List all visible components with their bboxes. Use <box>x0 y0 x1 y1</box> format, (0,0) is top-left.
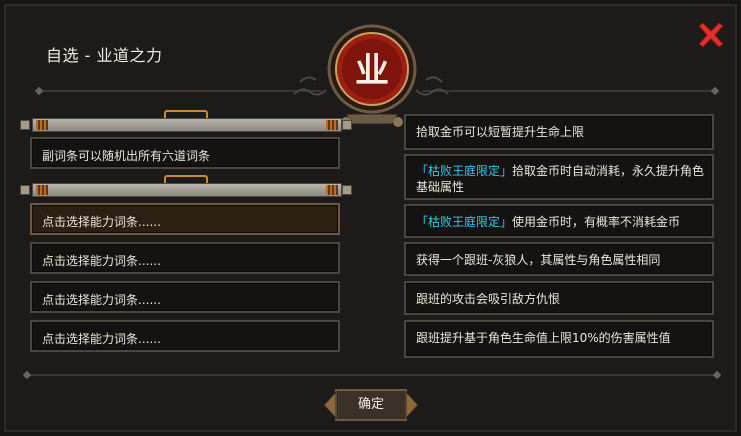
ability-tag: 「枯败王庭限定」 <box>416 164 513 178</box>
ability-text: 拾取金币可以短暂提升生命上限 <box>416 125 585 139</box>
confirm-button[interactable]: 确定 <box>322 386 420 424</box>
ability-slot-2[interactable]: 点击选择能力词条...... <box>30 242 340 274</box>
ability-text: 跟班的攻击会吸引敌方仇恨 <box>416 292 561 306</box>
info-box: 副词条可以随机出所有六道词条 <box>30 137 340 169</box>
slot-label: 点击选择能力词条...... <box>42 215 161 229</box>
slot-label: 点击选择能力词条...... <box>42 254 161 268</box>
ability-slot-4[interactable]: 点击选择能力词条...... <box>30 320 340 352</box>
ability-option-5[interactable]: 跟班的攻击会吸引敌方仇恨 <box>404 281 714 315</box>
ability-option-6[interactable]: 跟班提升基于角色生命值上限10%的伤害属性值 <box>404 320 714 358</box>
slot-label: 点击选择能力词条...... <box>42 293 161 307</box>
emblem-glyph: 业 <box>355 51 389 91</box>
bar-handle <box>164 110 208 118</box>
ability-slot-3[interactable]: 点击选择能力词条...... <box>30 281 340 313</box>
ability-text: 跟班提升基于角色生命值上限10%的伤害属性值 <box>416 331 671 345</box>
confirm-label: 确定 <box>357 397 384 412</box>
close-icon[interactable] <box>697 22 725 48</box>
title-rule-right <box>422 90 714 92</box>
title-rule-left <box>40 90 322 92</box>
ability-option-4[interactable]: 获得一个跟班-灰狼人，其属性与角色属性相同 <box>404 242 714 276</box>
karma-emblem-icon: 业 <box>327 24 417 114</box>
scroll-bar-top <box>32 118 342 132</box>
scroll-bar-middle <box>32 183 342 197</box>
ability-text: 获得一个跟班-灰狼人，其属性与角色属性相同 <box>416 253 661 267</box>
ability-option-3[interactable]: 「枯败王庭限定」使用金币时，有概率不消耗金币 <box>404 204 714 238</box>
ability-tag: 「枯败王庭限定」 <box>416 215 513 229</box>
bar-cap <box>20 120 30 130</box>
ability-slot-1[interactable]: 点击选择能力词条...... <box>30 203 340 235</box>
ability-option-2[interactable]: 「枯败王庭限定」拾取金币时自动消耗，永久提升角色基础属性 <box>404 154 714 200</box>
bar-cap <box>342 185 352 195</box>
window-title: 自选 - 业道之力 <box>46 46 163 65</box>
bar-handle <box>164 175 208 183</box>
bar-cap <box>342 120 352 130</box>
ability-text: 使用金币时，有概率不消耗金币 <box>512 215 681 229</box>
info-text: 副词条可以随机出所有六道词条 <box>42 149 211 163</box>
footer-rule <box>26 374 718 376</box>
slot-label: 点击选择能力词条...... <box>42 332 161 346</box>
cloud-ornament-left <box>293 76 327 96</box>
ability-option-1[interactable]: 拾取金币可以短暂提升生命上限 <box>404 114 714 150</box>
bar-cap <box>20 185 30 195</box>
